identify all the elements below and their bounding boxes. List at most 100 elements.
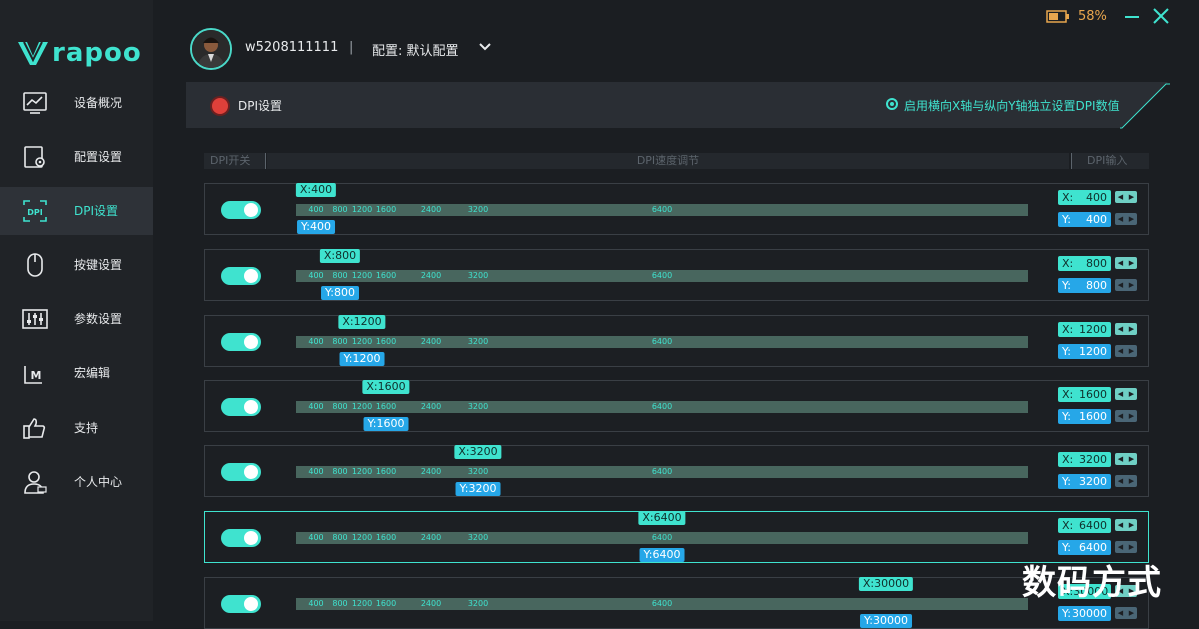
dpi-row[interactable]: 400 800 1200 1600 2400 3200 6400 X:400 Y:400 X: 40… [204, 183, 1149, 235]
dpi-x-input[interactable]: X: 400 [1058, 190, 1111, 205]
dpi-x-input[interactable]: X: 1600 [1058, 387, 1111, 402]
dpi-y-slider-handle[interactable]: Y:1200 [339, 352, 385, 366]
arrow-left-icon[interactable]: ◀ [1118, 345, 1123, 357]
dpi-slider-track[interactable]: 400 800 1200 1600 2400 3200 6400 [296, 204, 1028, 216]
dpi-y-input[interactable]: Y: 400 [1058, 212, 1111, 227]
arrow-right-icon[interactable]: ▶ [1129, 345, 1134, 357]
dpi-slider-track[interactable]: 400 800 1200 1600 2400 3200 6400 [296, 598, 1028, 610]
arrow-left-icon[interactable]: ◀ [1118, 279, 1123, 291]
sidebar-item-macro[interactable]: M 宏编辑 [0, 349, 153, 397]
arrow-left-icon[interactable]: ◀ [1118, 475, 1123, 487]
arrow-left-icon[interactable]: ◀ [1118, 541, 1123, 553]
dpi-x-slider-handle[interactable]: X:30000 [858, 577, 914, 591]
dpi-enable-toggle[interactable] [221, 398, 261, 416]
dpi-row[interactable]: 400 800 1200 1600 2400 3200 6400 X:1600 Y:1600 X:… [204, 380, 1149, 432]
dpi-x-slider-handle[interactable]: X:1200 [338, 315, 386, 329]
arrow-left-icon[interactable]: ◀ [1118, 257, 1123, 269]
dpi-x-slider-handle[interactable]: X:6400 [638, 511, 686, 525]
dpi-y-slider-handle[interactable]: Y:400 [297, 220, 335, 234]
arrow-right-icon[interactable]: ▶ [1129, 257, 1134, 269]
dpi-slider-track[interactable]: 400 800 1200 1600 2400 3200 6400 [296, 270, 1028, 282]
sidebar-item-params[interactable]: 参数设置 [0, 295, 153, 343]
dpi-row[interactable]: 400 800 1200 1600 2400 3200 6400 X:30000 Y:30000… [204, 577, 1149, 629]
arrow-left-icon[interactable]: ◀ [1118, 607, 1123, 619]
sidebar-item-support[interactable]: 支持 [0, 404, 153, 452]
arrow-left-icon[interactable]: ◀ [1118, 519, 1123, 531]
config-selector[interactable]: 配置: 默认配置 [372, 40, 459, 59]
dpi-enable-toggle[interactable] [221, 595, 261, 613]
dpi-x-input[interactable]: X: 800 [1058, 256, 1111, 271]
arrow-right-icon[interactable]: ▶ [1129, 213, 1134, 225]
dpi-row[interactable]: 400 800 1200 1600 2400 3200 6400 X:6400 Y:6400 X:… [204, 511, 1149, 563]
dpi-slider-track[interactable]: 400 800 1200 1600 2400 3200 6400 [296, 401, 1028, 413]
avatar[interactable] [190, 28, 232, 70]
dpi-y-input[interactable]: Y: 6400 [1058, 540, 1111, 555]
dpi-x-slider-handle[interactable]: X:800 [319, 249, 361, 263]
arrow-right-icon[interactable]: ▶ [1129, 191, 1134, 203]
dpi-slider-track[interactable]: 400 800 1200 1600 2400 3200 6400 [296, 336, 1028, 348]
arrow-right-icon[interactable]: ▶ [1129, 475, 1134, 487]
arrow-left-icon[interactable]: ◀ [1118, 323, 1123, 335]
dpi-slider-track[interactable]: 400 800 1200 1600 2400 3200 6400 [296, 466, 1028, 478]
arrow-right-icon[interactable]: ▶ [1129, 323, 1134, 335]
close-icon[interactable] [1152, 7, 1170, 25]
sidebar-item-dpi[interactable]: DPI DPI设置 [0, 187, 153, 235]
dpi-y-input[interactable]: Y: 3200 [1058, 474, 1111, 489]
arrow-right-icon[interactable]: ▶ [1129, 607, 1134, 619]
dpi-x-stepper[interactable]: ◀ ▶ [1115, 257, 1137, 269]
dpi-x-slider-handle[interactable]: X:3200 [454, 445, 502, 459]
dpi-y-input[interactable]: Y: 800 [1058, 278, 1111, 293]
arrow-right-icon[interactable]: ▶ [1129, 453, 1134, 465]
arrow-left-icon[interactable]: ◀ [1118, 191, 1123, 203]
arrow-right-icon[interactable]: ▶ [1129, 279, 1134, 291]
dpi-row[interactable]: 400 800 1200 1600 2400 3200 6400 X:1200 Y:1200 X:… [204, 315, 1149, 367]
dpi-slider-track[interactable]: 400 800 1200 1600 2400 3200 6400 [296, 532, 1028, 544]
dpi-y-slider-handle[interactable]: Y:30000 [860, 614, 912, 628]
dpi-enable-toggle[interactable] [221, 267, 261, 285]
dpi-y-input[interactable]: Y: 30000 [1058, 606, 1111, 621]
arrow-left-icon[interactable]: ◀ [1118, 453, 1123, 465]
dpi-enable-toggle[interactable] [221, 201, 261, 219]
chevron-down-icon[interactable] [478, 40, 492, 54]
sidebar-item-config[interactable]: 配置设置 [0, 133, 153, 181]
arrow-left-icon[interactable]: ◀ [1118, 410, 1123, 422]
arrow-right-icon[interactable]: ▶ [1129, 410, 1134, 422]
sidebar-item-profile[interactable]: 个人中心 [0, 458, 153, 506]
dpi-x-slider-handle[interactable]: X:400 [295, 183, 337, 197]
dpi-x-input[interactable]: X: 6400 [1058, 518, 1111, 533]
independent-axis-label[interactable]: 启用横向X轴与纵向Y轴独立设置DPI数值 [904, 97, 1120, 114]
dpi-y-stepper[interactable]: ◀ ▶ [1115, 410, 1137, 422]
dpi-y-slider-handle[interactable]: Y:1600 [363, 417, 409, 431]
dpi-x-stepper[interactable]: ◀ ▶ [1115, 323, 1137, 335]
dpi-row[interactable]: 400 800 1200 1600 2400 3200 6400 X:800 Y:800 X: 80… [204, 249, 1149, 301]
arrow-left-icon[interactable]: ◀ [1118, 388, 1123, 400]
dpi-y-stepper[interactable]: ◀ ▶ [1115, 475, 1137, 487]
arrow-right-icon[interactable]: ▶ [1129, 519, 1134, 531]
dpi-y-stepper[interactable]: ◀ ▶ [1115, 279, 1137, 291]
dpi-x-input[interactable]: X: 3200 [1058, 452, 1111, 467]
dpi-enable-toggle[interactable] [221, 463, 261, 481]
dpi-y-stepper[interactable]: ◀ ▶ [1115, 345, 1137, 357]
dpi-y-input[interactable]: Y: 1200 [1058, 344, 1111, 359]
dpi-y-stepper[interactable]: ◀ ▶ [1115, 213, 1137, 225]
dpi-x-stepper[interactable]: ◀ ▶ [1115, 388, 1137, 400]
arrow-left-icon[interactable]: ◀ [1118, 213, 1123, 225]
sidebar-item-buttons[interactable]: 按键设置 [0, 241, 153, 289]
independent-axis-radio[interactable] [886, 98, 898, 110]
dpi-enable-toggle[interactable] [221, 529, 261, 547]
sidebar-item-device-overview[interactable]: 设备概况 [0, 79, 153, 127]
dpi-x-stepper[interactable]: ◀ ▶ [1115, 191, 1137, 203]
arrow-right-icon[interactable]: ▶ [1129, 388, 1134, 400]
dpi-row[interactable]: 400 800 1200 1600 2400 3200 6400 X:3200 Y:3200 X:… [204, 445, 1149, 497]
dpi-y-slider-handle[interactable]: Y:800 [321, 286, 359, 300]
dpi-y-slider-handle[interactable]: Y:6400 [639, 548, 685, 562]
dpi-y-stepper[interactable]: ◀ ▶ [1115, 541, 1137, 553]
dpi-x-stepper[interactable]: ◀ ▶ [1115, 519, 1137, 531]
dpi-x-input[interactable]: X: 1200 [1058, 322, 1111, 337]
dpi-y-input[interactable]: Y: 1600 [1058, 409, 1111, 424]
arrow-right-icon[interactable]: ▶ [1129, 541, 1134, 553]
dpi-x-slider-handle[interactable]: X:1600 [362, 380, 410, 394]
dpi-x-stepper[interactable]: ◀ ▶ [1115, 453, 1137, 465]
dpi-enable-toggle[interactable] [221, 333, 261, 351]
dpi-y-slider-handle[interactable]: Y:3200 [455, 482, 501, 496]
